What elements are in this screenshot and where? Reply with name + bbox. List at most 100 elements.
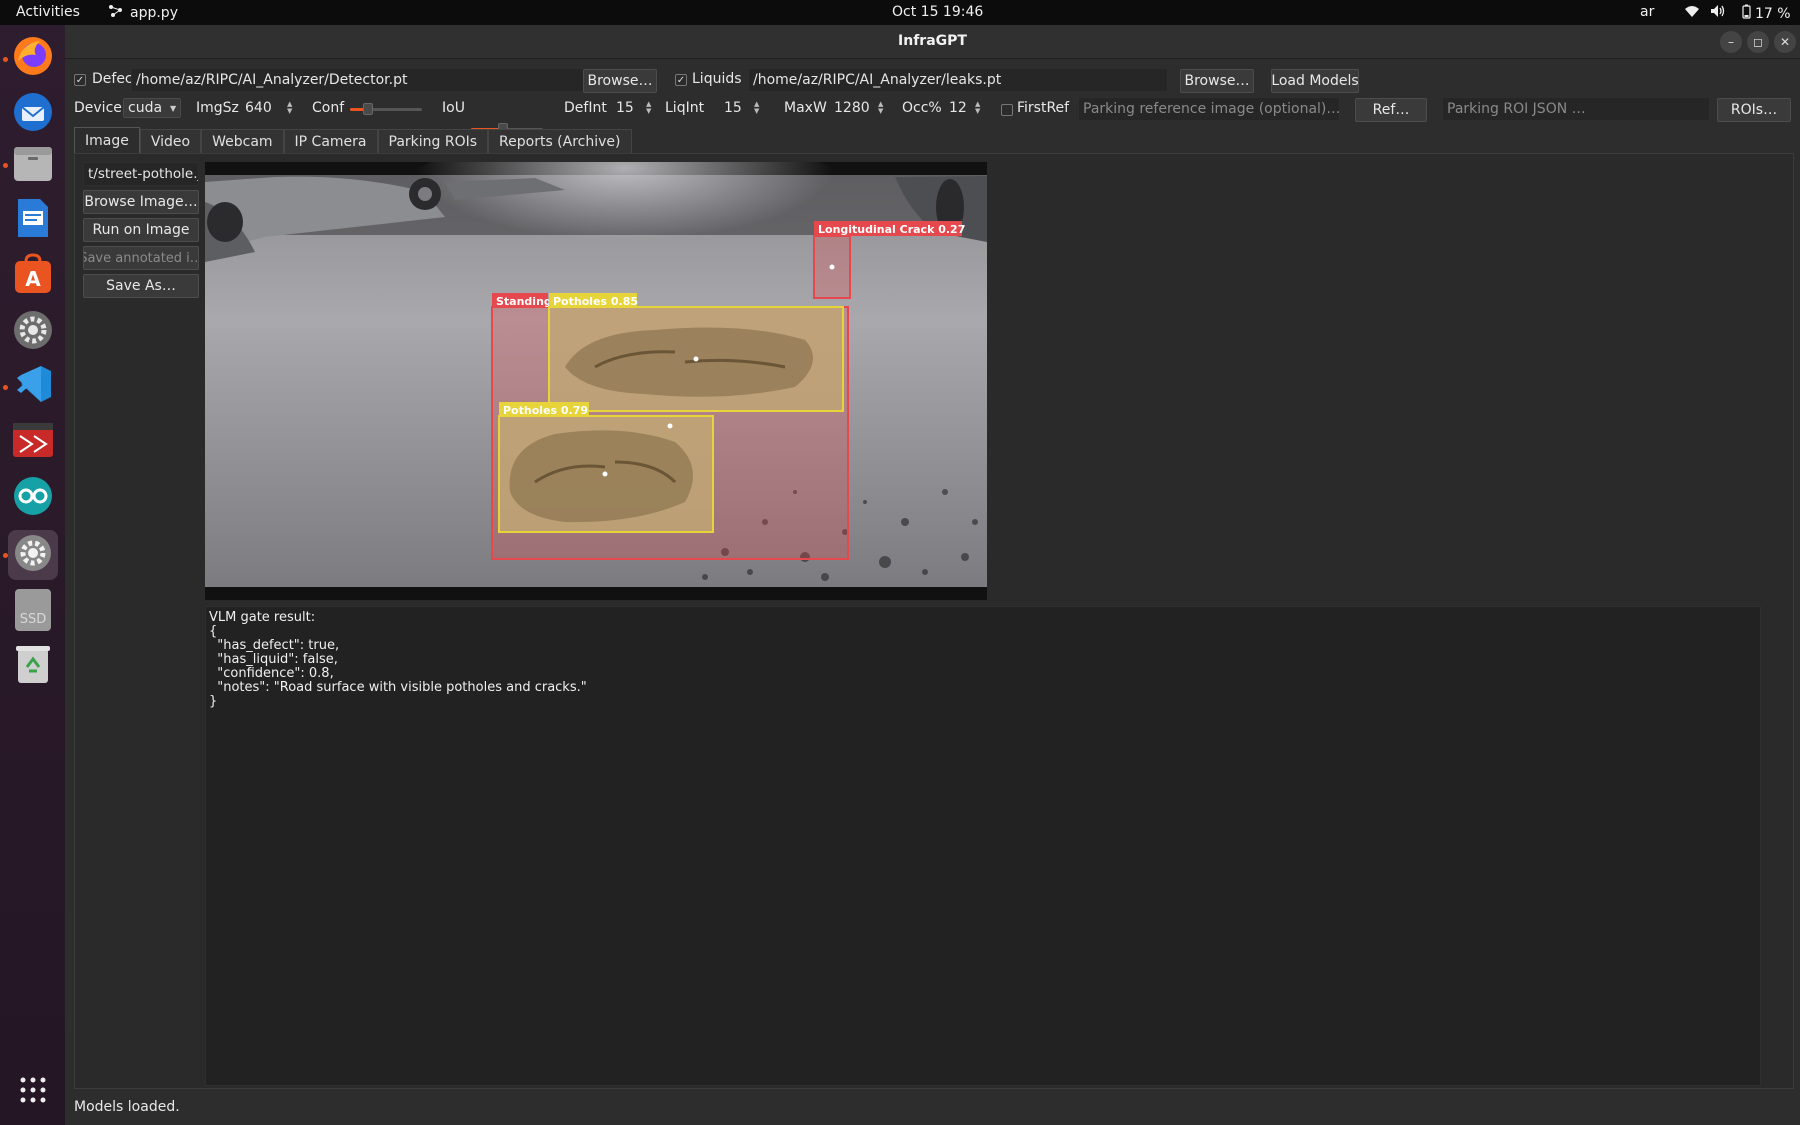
- dock-settings-active[interactable]: [8, 530, 58, 580]
- device-label: Device: [74, 100, 122, 116]
- window-titlebar[interactable]: InfraGPT – ◻ ✕: [65, 25, 1800, 59]
- app-center-icon: A: [12, 253, 54, 299]
- spin-arrows-icon[interactable]: ▲ ▼: [754, 101, 759, 115]
- maximize-button[interactable]: ◻: [1747, 31, 1769, 53]
- rois-button[interactable]: ROIs…: [1717, 98, 1791, 122]
- vlm-result-output[interactable]: VLM gate result: { "has_defect": true, "…: [205, 606, 1761, 1086]
- image-path-input[interactable]: t/street-pothole.jpg: [83, 162, 199, 186]
- app-menu[interactable]: app.py: [108, 4, 178, 22]
- status-bar-message: Models loaded.: [74, 1099, 180, 1115]
- settings-active-icon: [13, 533, 53, 577]
- clock[interactable]: Oct 15 19:46: [892, 4, 983, 20]
- imgsz-value: 640: [245, 100, 272, 116]
- imgsz-label: ImgSz: [196, 100, 239, 116]
- image-tab-panel: t/street-pothole.jpg Browse Image… Run o…: [74, 153, 1794, 1089]
- writer-icon: [16, 197, 50, 243]
- slider-handle[interactable]: [363, 103, 373, 115]
- conf-slider[interactable]: [350, 99, 422, 119]
- occ-label: Occ%: [902, 100, 942, 116]
- detection-label-pothole-2: Potholes 0.79: [503, 404, 588, 417]
- device-select[interactable]: cuda ▼: [123, 98, 182, 118]
- activities-button[interactable]: Activities: [16, 4, 80, 20]
- occ-spinbox[interactable]: 12 ▲ ▼: [949, 100, 980, 116]
- firefox-icon: [12, 35, 54, 81]
- window-title: InfraGPT: [898, 33, 967, 49]
- minimize-button[interactable]: –: [1720, 31, 1742, 53]
- wifi-icon: [1684, 5, 1700, 22]
- defint-label: DefInt: [564, 100, 607, 116]
- liqint-spinbox[interactable]: 15 ▲ ▼: [724, 100, 759, 116]
- firstref-label: FirstRef: [1017, 100, 1070, 116]
- tab-ip-camera[interactable]: IP Camera: [283, 129, 378, 153]
- conf-label: Conf: [312, 100, 345, 116]
- tab-video[interactable]: Video: [139, 129, 202, 153]
- system-top-bar: Activities app.py Oct 15 19:46 ar 17 %: [0, 0, 1800, 25]
- dock-writer[interactable]: [8, 195, 58, 245]
- parking-roi-json-input[interactable]: Parking ROI JSON …: [1442, 97, 1710, 121]
- main-tabs: Image Video Webcam IP Camera Parking ROI…: [74, 127, 632, 153]
- maximize-icon: ◻: [1753, 35, 1763, 49]
- detection-label-standing: Standing: [496, 295, 552, 308]
- parking-reference-input[interactable]: Parking reference image (optional)…: [1078, 97, 1340, 121]
- detection-label-pothole-1: Potholes 0.85: [553, 295, 638, 308]
- ref-button[interactable]: Ref…: [1355, 98, 1427, 122]
- firstref-checkbox[interactable]: [1001, 102, 1013, 118]
- input-language-indicator[interactable]: ar: [1640, 4, 1654, 20]
- spin-arrows-icon[interactable]: ▲ ▼: [646, 101, 651, 115]
- volume-icon: [1710, 4, 1726, 22]
- dock-thunderbird[interactable]: [8, 89, 58, 139]
- run-on-image-button[interactable]: Run on Image: [83, 218, 199, 242]
- spin-arrows-icon[interactable]: ▲ ▼: [878, 101, 883, 115]
- street-pothole-image: Standing Potholes 0.85 Potholes 0.79 Lon…: [205, 162, 987, 600]
- close-button[interactable]: ✕: [1774, 31, 1796, 53]
- dock: A SSD: [0, 25, 65, 1125]
- dock-files[interactable]: [8, 140, 58, 190]
- tab-reports-archive[interactable]: Reports (Archive): [488, 129, 632, 153]
- tab-parking-rois[interactable]: Parking ROIs: [377, 129, 489, 153]
- defint-spinbox[interactable]: 15 ▲ ▼: [616, 100, 651, 116]
- terminal-app-icon: [12, 422, 54, 462]
- ssd-label: SSD: [19, 612, 47, 627]
- defects-checkbox[interactable]: ✓: [74, 72, 86, 88]
- liqint-label: LiqInt: [665, 100, 705, 116]
- spin-arrows-icon[interactable]: ▲ ▼: [287, 101, 292, 115]
- occ-value: 12: [949, 100, 967, 116]
- maxw-value: 1280: [834, 100, 870, 116]
- dock-settings[interactable]: [8, 307, 58, 357]
- dock-trash[interactable]: [8, 641, 58, 691]
- models-row: ✓ Defects /home/az/RIPC/AI_Analyzer/Dete…: [65, 68, 1800, 94]
- save-annotated-button[interactable]: Save annotated i…: [83, 246, 199, 270]
- app-grid-icon: [19, 1076, 47, 1108]
- imgsz-spinbox[interactable]: 640 ▲ ▼: [245, 100, 292, 116]
- files-icon: [12, 143, 54, 187]
- spin-arrows-icon[interactable]: ▲ ▼: [975, 101, 980, 115]
- dock-app-center[interactable]: A: [8, 251, 58, 301]
- minimize-icon: –: [1728, 35, 1734, 49]
- app-menu-label: app.py: [130, 5, 178, 21]
- defects-browse-button[interactable]: Browse…: [583, 69, 657, 93]
- tab-image[interactable]: Image: [74, 127, 140, 153]
- svg-text:A: A: [25, 267, 41, 291]
- dock-firefox[interactable]: [8, 33, 58, 83]
- defects-model-path-input[interactable]: /home/az/RIPC/AI_Analyzer/Detector.pt: [131, 68, 641, 92]
- dock-ssd-drive[interactable]: SSD: [8, 585, 58, 635]
- ssd-drive-icon: SSD: [15, 589, 51, 631]
- liquids-browse-button[interactable]: Browse…: [1180, 69, 1254, 93]
- dock-arduino[interactable]: [8, 473, 58, 523]
- battery-percent: 17 %: [1755, 5, 1791, 22]
- show-apps-button[interactable]: [8, 1067, 58, 1117]
- iou-label: IoU: [442, 100, 465, 116]
- chevron-down-icon: ▼: [170, 103, 177, 113]
- dock-terminal-app[interactable]: [8, 417, 58, 467]
- system-status-area[interactable]: [1684, 4, 1726, 22]
- dock-vscode[interactable]: [8, 361, 58, 411]
- check-icon: [1001, 104, 1013, 116]
- liquids-model-path-input[interactable]: /home/az/RIPC/AI_Analyzer/leaks.pt: [748, 68, 1168, 92]
- load-models-button[interactable]: Load Models: [1271, 69, 1359, 93]
- tab-webcam[interactable]: Webcam: [201, 129, 284, 153]
- liquids-checkbox[interactable]: ✓: [675, 72, 687, 88]
- save-as-button[interactable]: Save As…: [83, 274, 199, 298]
- browse-image-button[interactable]: Browse Image…: [83, 190, 199, 214]
- maxw-spinbox[interactable]: 1280 ▲ ▼: [834, 100, 883, 116]
- battery-indicator[interactable]: 17 %: [1742, 4, 1791, 23]
